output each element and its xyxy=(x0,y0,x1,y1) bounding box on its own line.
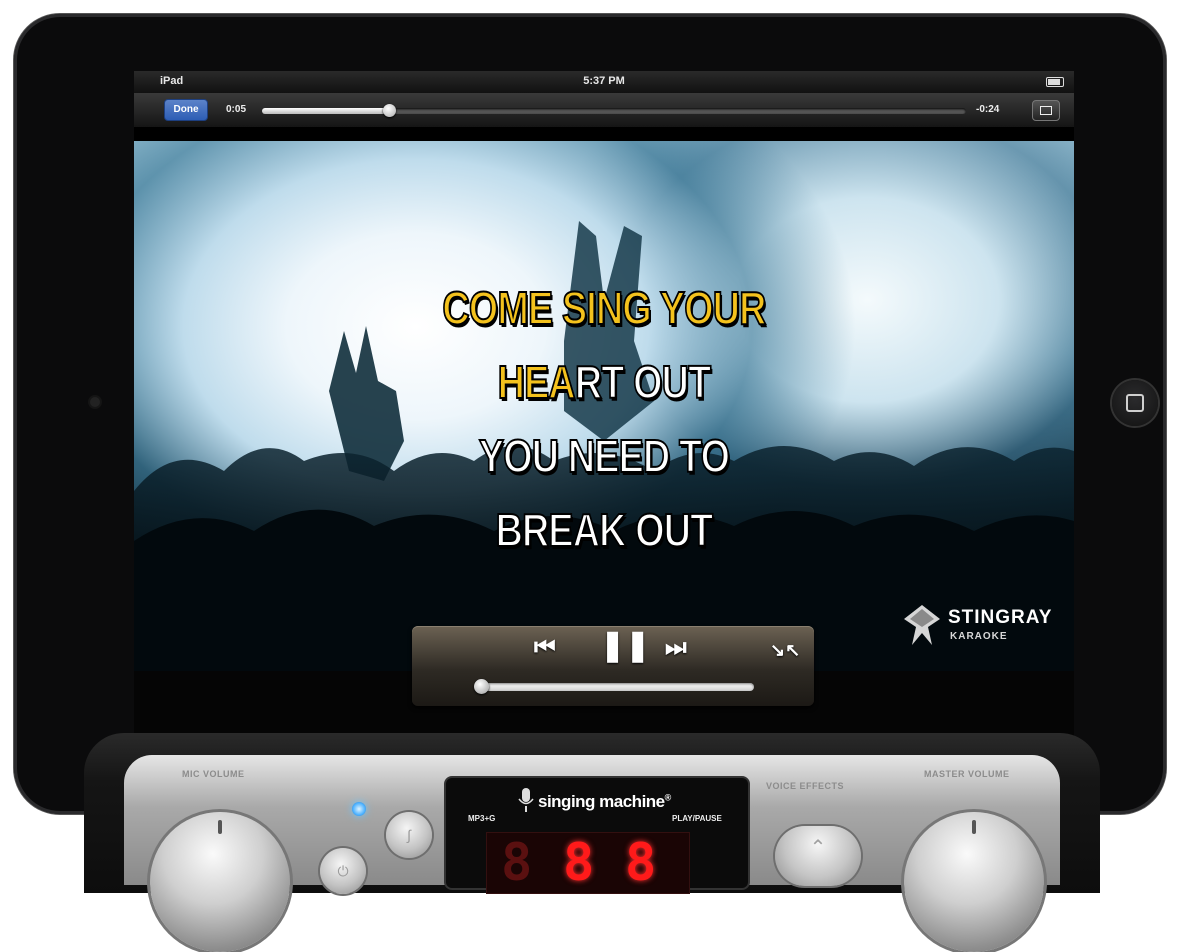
mp3-label: MP3+G xyxy=(468,814,496,823)
home-button[interactable] xyxy=(1112,380,1158,426)
lyric-sung: COME SING YOUR xyxy=(442,281,768,335)
lyric-unsung: RT OUT xyxy=(574,355,712,409)
knob-indicator xyxy=(218,820,222,834)
microphone-icon xyxy=(518,788,534,812)
ipad-screen: iPad 5:37 PM Done 0:05 -0:24 COME SING Y… xyxy=(134,71,1074,757)
remaining-time: -0:24 xyxy=(976,104,1000,115)
brand-mark: ® xyxy=(664,792,672,803)
done-button[interactable]: Done xyxy=(164,99,208,121)
player-navbar: Done 0:05 -0:24 xyxy=(134,93,1074,128)
ipad-frame: iPad 5:37 PM Done 0:05 -0:24 COME SING Y… xyxy=(14,14,1166,814)
home-square-icon xyxy=(1126,394,1144,412)
volume-knob[interactable] xyxy=(474,679,489,694)
aspect-fit-icon xyxy=(1040,106,1052,115)
skip-back-icon[interactable]: ⏮ xyxy=(534,634,556,662)
voice-effects-up-button[interactable]: ⌃ xyxy=(775,826,861,886)
playback-controls: ⏮ ❚❚ ⏭ ↘↖ xyxy=(412,626,814,706)
knob-indicator xyxy=(972,820,976,834)
battery-icon xyxy=(1046,77,1064,87)
stingray-sub: KARAOKE xyxy=(950,631,1008,642)
lyric-line-4: BREAK OUT xyxy=(495,503,714,557)
stingray-name: STINGRAY xyxy=(948,607,1053,628)
status-time: 5:37 PM xyxy=(583,75,625,87)
status-bar: iPad 5:37 PM xyxy=(134,71,1074,93)
exit-fullscreen-icon[interactable]: ↘↖ xyxy=(770,636,800,664)
volume-slider[interactable] xyxy=(474,679,754,694)
lyrics-block: COME SING YOUR HEART OUT YOU NEED TO BRE… xyxy=(134,271,1074,567)
power-button[interactable]: ⏻ xyxy=(320,848,366,894)
scrubber-track[interactable] xyxy=(262,104,966,117)
mic-volume-label: MIC VOLUME xyxy=(182,769,245,779)
pause-icon[interactable]: ❚❚ xyxy=(600,631,650,661)
aspect-fit-button[interactable] xyxy=(1032,100,1060,121)
bluetooth-button[interactable]: ∫ xyxy=(386,812,432,858)
lyric-line-3: YOU NEED TO xyxy=(478,429,731,483)
brand-name: singing machine® xyxy=(538,792,671,812)
scrubber-fill xyxy=(262,108,389,114)
led-digit: 8 xyxy=(563,833,595,893)
scrubber-knob[interactable] xyxy=(382,104,396,117)
machine-display: singing machine® MP3+G PLAY/PAUSE 8 8 8 xyxy=(446,778,748,894)
power-led xyxy=(352,802,366,816)
stingray-watermark: STINGRAY KARAOKE xyxy=(904,601,1064,653)
led-digit: 8 xyxy=(625,833,657,893)
led-digit: 8 xyxy=(501,833,533,893)
lyric-line-2: HEART OUT xyxy=(219,345,990,419)
elapsed-time: 0:05 xyxy=(226,104,247,115)
video-frame[interactable]: COME SING YOUR HEART OUT YOU NEED TO BRE… xyxy=(134,141,1074,671)
brand-text: singing machine xyxy=(538,792,665,811)
voice-effects-label: VOICE EFFECTS xyxy=(766,781,845,791)
stingray-logo-icon xyxy=(904,605,940,645)
led-digits: 8 8 8 xyxy=(486,832,690,894)
lyric-sung: HEA xyxy=(497,355,577,409)
skip-forward-icon[interactable]: ⏭ xyxy=(665,634,687,662)
lyric-line-1: COME SING YOUR xyxy=(219,271,990,345)
front-camera xyxy=(90,397,100,407)
play-pause-label: PLAY/PAUSE xyxy=(672,814,722,823)
master-volume-label: MASTER VOLUME xyxy=(924,769,1010,779)
mic-volume-knob[interactable] xyxy=(150,812,290,952)
master-volume-knob[interactable] xyxy=(904,812,1044,952)
